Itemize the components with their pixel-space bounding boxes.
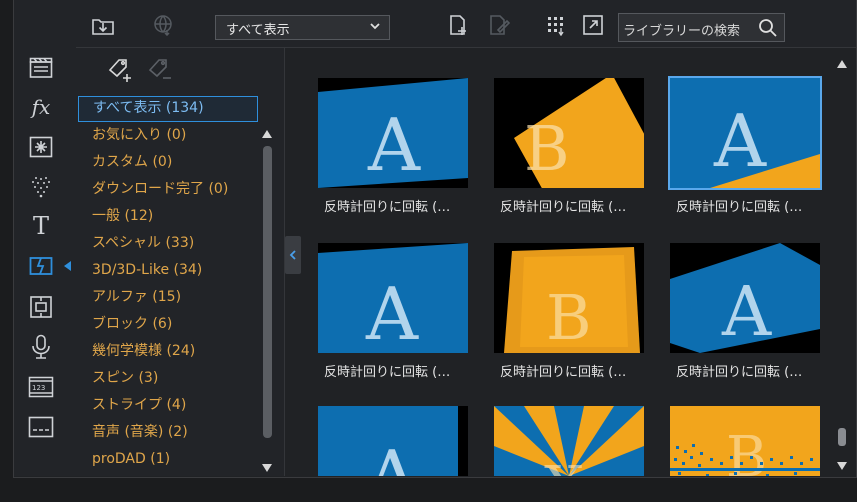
particle-room-icon[interactable]: [28, 134, 54, 160]
transition-caption: 反時計回りに回転 (…: [676, 200, 803, 215]
grid-scrollbar[interactable]: [836, 60, 848, 476]
scroll-down-arrow[interactable]: [262, 464, 272, 472]
search-icon[interactable]: [758, 18, 778, 42]
category-item[interactable]: proDAD (1): [78, 446, 258, 473]
transition-caption: 反時計回りに回転 (…: [500, 365, 627, 380]
edit-template-icon[interactable]: [486, 12, 512, 38]
category-item[interactable]: カスタム (0): [78, 149, 258, 176]
resize-view-icon[interactable]: [580, 12, 606, 38]
transition-thumbnail: B: [494, 243, 644, 353]
svg-text:A: A: [365, 272, 419, 353]
scroll-thumb[interactable]: [263, 146, 272, 438]
category-item[interactable]: ストライプ (4): [78, 392, 258, 419]
chapter-room-icon[interactable]: 123: [28, 374, 54, 400]
transition-caption: 反時計回りに回転 (…: [324, 200, 451, 215]
category-item[interactable]: すべて表示 (134): [78, 96, 258, 122]
filter-dropdown-value: すべて表示: [226, 23, 290, 38]
transition-caption: 反時計回りに回転 (…: [324, 365, 451, 380]
category-item[interactable]: スペシャル (33): [78, 230, 258, 257]
category-item[interactable]: 音声 (音楽) (2): [78, 419, 258, 446]
chevron-left-icon: [289, 250, 296, 260]
category-item[interactable]: 幾何学模様 (24): [78, 338, 258, 365]
transition-grid: A 反時計回りに回転 (… B 反時計回りに回転 (… A 反時計回りに回転 (…: [302, 48, 832, 476]
category-item[interactable]: ダウンロード完了 (0): [78, 176, 258, 203]
filter-dropdown[interactable]: すべて表示: [215, 15, 390, 40]
chevron-down-icon: [369, 20, 381, 36]
category-panel: すべて表示 (134) お気に入り (0) カスタム (0) ダウンロード完了 …: [76, 48, 285, 476]
scroll-up-arrow[interactable]: [837, 60, 847, 68]
sparkle-room-icon[interactable]: [28, 173, 54, 199]
collapse-panel-button[interactable]: [285, 236, 301, 274]
svg-text:B: B: [524, 112, 570, 185]
svg-text:A: A: [367, 103, 421, 187]
svg-text:A: A: [721, 273, 772, 352]
transition-thumbnail: A: [318, 243, 468, 353]
transition-room-icon[interactable]: [28, 253, 54, 279]
microphone-room-icon[interactable]: [28, 334, 54, 360]
category-item[interactable]: アルファ (15): [78, 284, 258, 311]
svg-text:123: 123: [32, 384, 45, 392]
fx-room-icon[interactable]: fx: [28, 94, 54, 120]
category-item[interactable]: スピン (3): [78, 365, 258, 392]
import-icon[interactable]: [90, 12, 116, 38]
transition-caption: 反時計回りに回転 (…: [676, 365, 803, 380]
pip-room-icon[interactable]: [28, 294, 54, 320]
svg-text:X: X: [544, 455, 584, 476]
subtitle-room-icon[interactable]: [28, 414, 54, 440]
sort-grid-icon[interactable]: [544, 12, 570, 38]
transition-thumbnail: B: [494, 78, 644, 188]
title-room-icon[interactable]: T: [28, 212, 54, 240]
svg-text:B: B: [546, 281, 592, 353]
svg-text:A: A: [365, 435, 419, 476]
transition-caption: 反時計回りに回転 (…: [500, 200, 627, 215]
library-toolbar: すべて表示 ライブラリーの検索: [76, 0, 856, 48]
transition-thumbnail: A: [318, 406, 468, 476]
transition-thumbnail: A: [318, 78, 468, 188]
category-item[interactable]: 一般 (12): [78, 203, 258, 230]
category-item[interactable]: お気に入り (0): [78, 122, 258, 149]
category-scrollbar[interactable]: [262, 130, 274, 476]
svg-text:A: A: [713, 99, 767, 183]
transition-thumbnail: A: [670, 243, 820, 353]
library-search-input[interactable]: ライブラリーの検索: [618, 13, 785, 42]
transition-thumbnail: A: [668, 76, 822, 190]
media-room-icon[interactable]: [28, 55, 54, 81]
search-placeholder: ライブラリーの検索: [623, 24, 741, 39]
category-list: すべて表示 (134) お気に入り (0) カスタム (0) ダウンロード完了 …: [78, 96, 258, 473]
active-room-indicator: [64, 261, 71, 271]
scroll-down-arrow[interactable]: [837, 462, 847, 470]
new-template-icon[interactable]: [446, 12, 472, 38]
category-item[interactable]: 3D/3D-Like (34): [78, 257, 258, 284]
download-online-icon[interactable]: [150, 12, 176, 38]
room-rail: fx T 123: [14, 0, 77, 476]
scroll-up-arrow[interactable]: [262, 130, 272, 138]
transition-thumbnail: B: [670, 406, 820, 476]
transition-thumbnail: X: [494, 406, 644, 476]
category-item[interactable]: ブロック (6): [78, 311, 258, 338]
add-tag-icon[interactable]: [106, 56, 134, 88]
scroll-thumb[interactable]: [838, 428, 846, 446]
remove-tag-icon[interactable]: [146, 56, 174, 88]
